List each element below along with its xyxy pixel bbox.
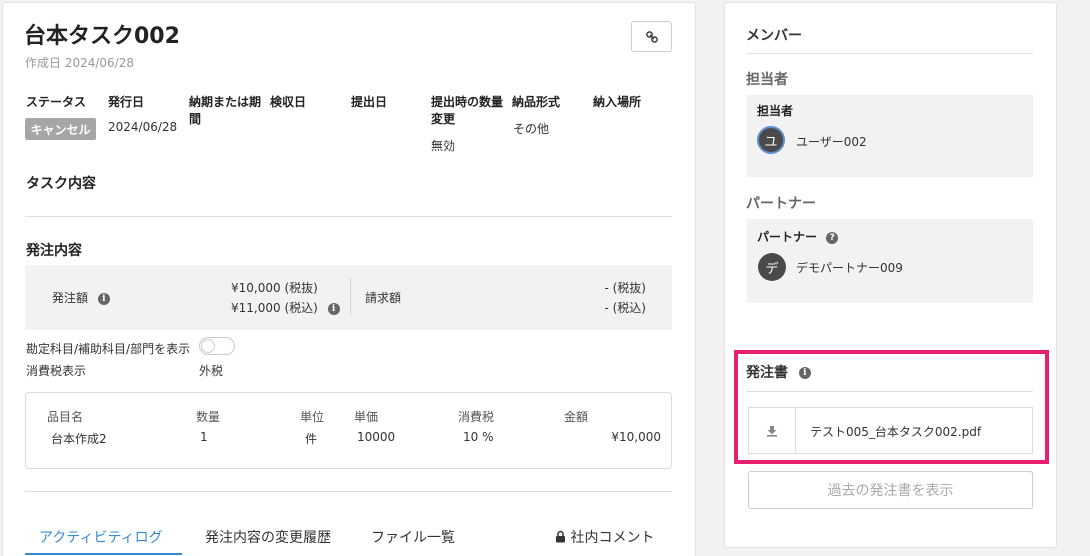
order-amount-excl: ¥10,000 (税抜) [231,281,318,295]
tax-display-label: 消費税表示 [26,364,87,378]
tab-activity-log[interactable]: アクティビティログ [39,527,163,547]
table-header: 金額 [564,410,589,424]
account-toggle-label: 勘定科目/補助科目/部門を表示 [26,342,191,356]
tab-change-history[interactable]: 発注内容の変更履歴 [205,527,331,547]
download-icon [767,425,777,437]
order-amount-box: 発注額 i ¥10,000 (税抜) ¥11,000 (税込) i 請求額 - … [25,265,672,330]
delivery-format-value: その他 [513,122,550,136]
partner-box-label: パートナー [757,230,818,244]
order-amount-label-wrap: 発注額 i [52,289,110,306]
divider [746,391,1033,392]
table-cell: 件 [305,432,318,446]
purchase-order-heading-wrap: 発注書 i [746,362,811,382]
table-header: 単価 [354,410,379,424]
account-toggle[interactable] [199,337,235,355]
task-content-heading: タスク内容 [26,176,96,192]
due-label: 納期または期間 [189,95,262,126]
partner-box: パートナー ? デ デモパートナー009 [747,219,1033,303]
partner-section-heading: パートナー [746,196,816,212]
question-icon[interactable]: ? [826,231,839,244]
table-header: 品目名 [47,410,84,424]
divider [25,491,672,492]
table-header: 消費税 [458,410,495,424]
order-content-heading: 発注内容 [26,243,82,259]
info-icon[interactable]: i [327,302,340,315]
assignee-box-label: 担当者 [757,104,794,118]
active-tab-indicator [25,553,182,555]
invoice-incl: - (税込) [604,301,646,315]
items-table: 品目名 数量 単位 単価 消費税 金額 台本作成2 1 件 10000 10 %… [25,392,672,469]
partner-box-label-wrap: パートナー ? [757,228,839,245]
table-cell: 10 % [463,430,494,444]
qty-change-label: 提出時の数量変更 [431,95,504,126]
qty-change-value: 無効 [431,139,456,153]
info-icon[interactable]: i [798,367,811,379]
order-box-separator [350,278,351,316]
table-cell: ¥10,000 [611,430,661,444]
tab-internal-comment-label: 社内コメント [570,530,655,546]
link-icon [645,30,658,43]
submission-label: 提出日 [351,95,388,109]
avatar: ユ [757,126,785,154]
table-cell: 台本作成2 [51,432,107,446]
invoice-label: 請求額 [365,291,402,305]
download-button[interactable] [749,408,796,453]
order-amount-label: 発注額 [52,291,89,305]
lock-icon [556,530,565,543]
assignee-section-heading: 担当者 [746,72,788,88]
order-amount-incl: ¥11,000 (税込) [231,301,318,315]
members-heading: メンバー [746,28,802,44]
tab-file-list[interactable]: ファイル一覧 [371,527,455,547]
toggle-knob [201,339,215,353]
divider [746,53,1033,54]
delivery-format-label: 納品形式 [512,95,561,109]
table-header: 単位 [300,410,325,424]
copy-link-button[interactable] [631,21,672,52]
table-cell: 10000 [357,430,396,444]
tax-display-value: 外税 [199,364,224,378]
assignee-name[interactable]: ユーザー002 [796,133,867,150]
file-name[interactable]: テスト005_台本タスク002.pdf [810,423,981,440]
tab-internal-comment[interactable]: 社内コメント [555,527,654,547]
show-past-orders-button[interactable]: 過去の発注書を表示 [748,471,1033,509]
task-title: 台本タスク002 [24,24,180,49]
table-header: 数量 [196,410,221,424]
inspection-label: 検収日 [270,95,307,109]
delivery-place-label: 納入場所 [593,95,642,109]
info-icon[interactable]: i [97,292,110,305]
order-amount-incl-wrap: ¥11,000 (税込) i [231,299,340,316]
partner-name[interactable]: デモパートナー009 [796,259,903,276]
assignee-box: 担当者 ユ ユーザー002 [747,95,1033,177]
status-badge: キャンセル [25,118,96,140]
issue-date-label: 発行日 [108,95,145,109]
purchase-order-file[interactable]: テスト005_台本タスク002.pdf [748,407,1033,454]
table-cell: 1 [200,430,208,444]
status-label: ステータス [26,95,87,109]
avatar: デ [758,253,786,281]
created-date: 作成日 2024/06/28 [25,56,134,70]
invoice-excl: - (税抜) [604,281,646,295]
issue-date-value: 2024/06/28 [108,120,178,134]
divider [25,216,672,217]
purchase-order-heading: 発注書 [746,365,788,381]
